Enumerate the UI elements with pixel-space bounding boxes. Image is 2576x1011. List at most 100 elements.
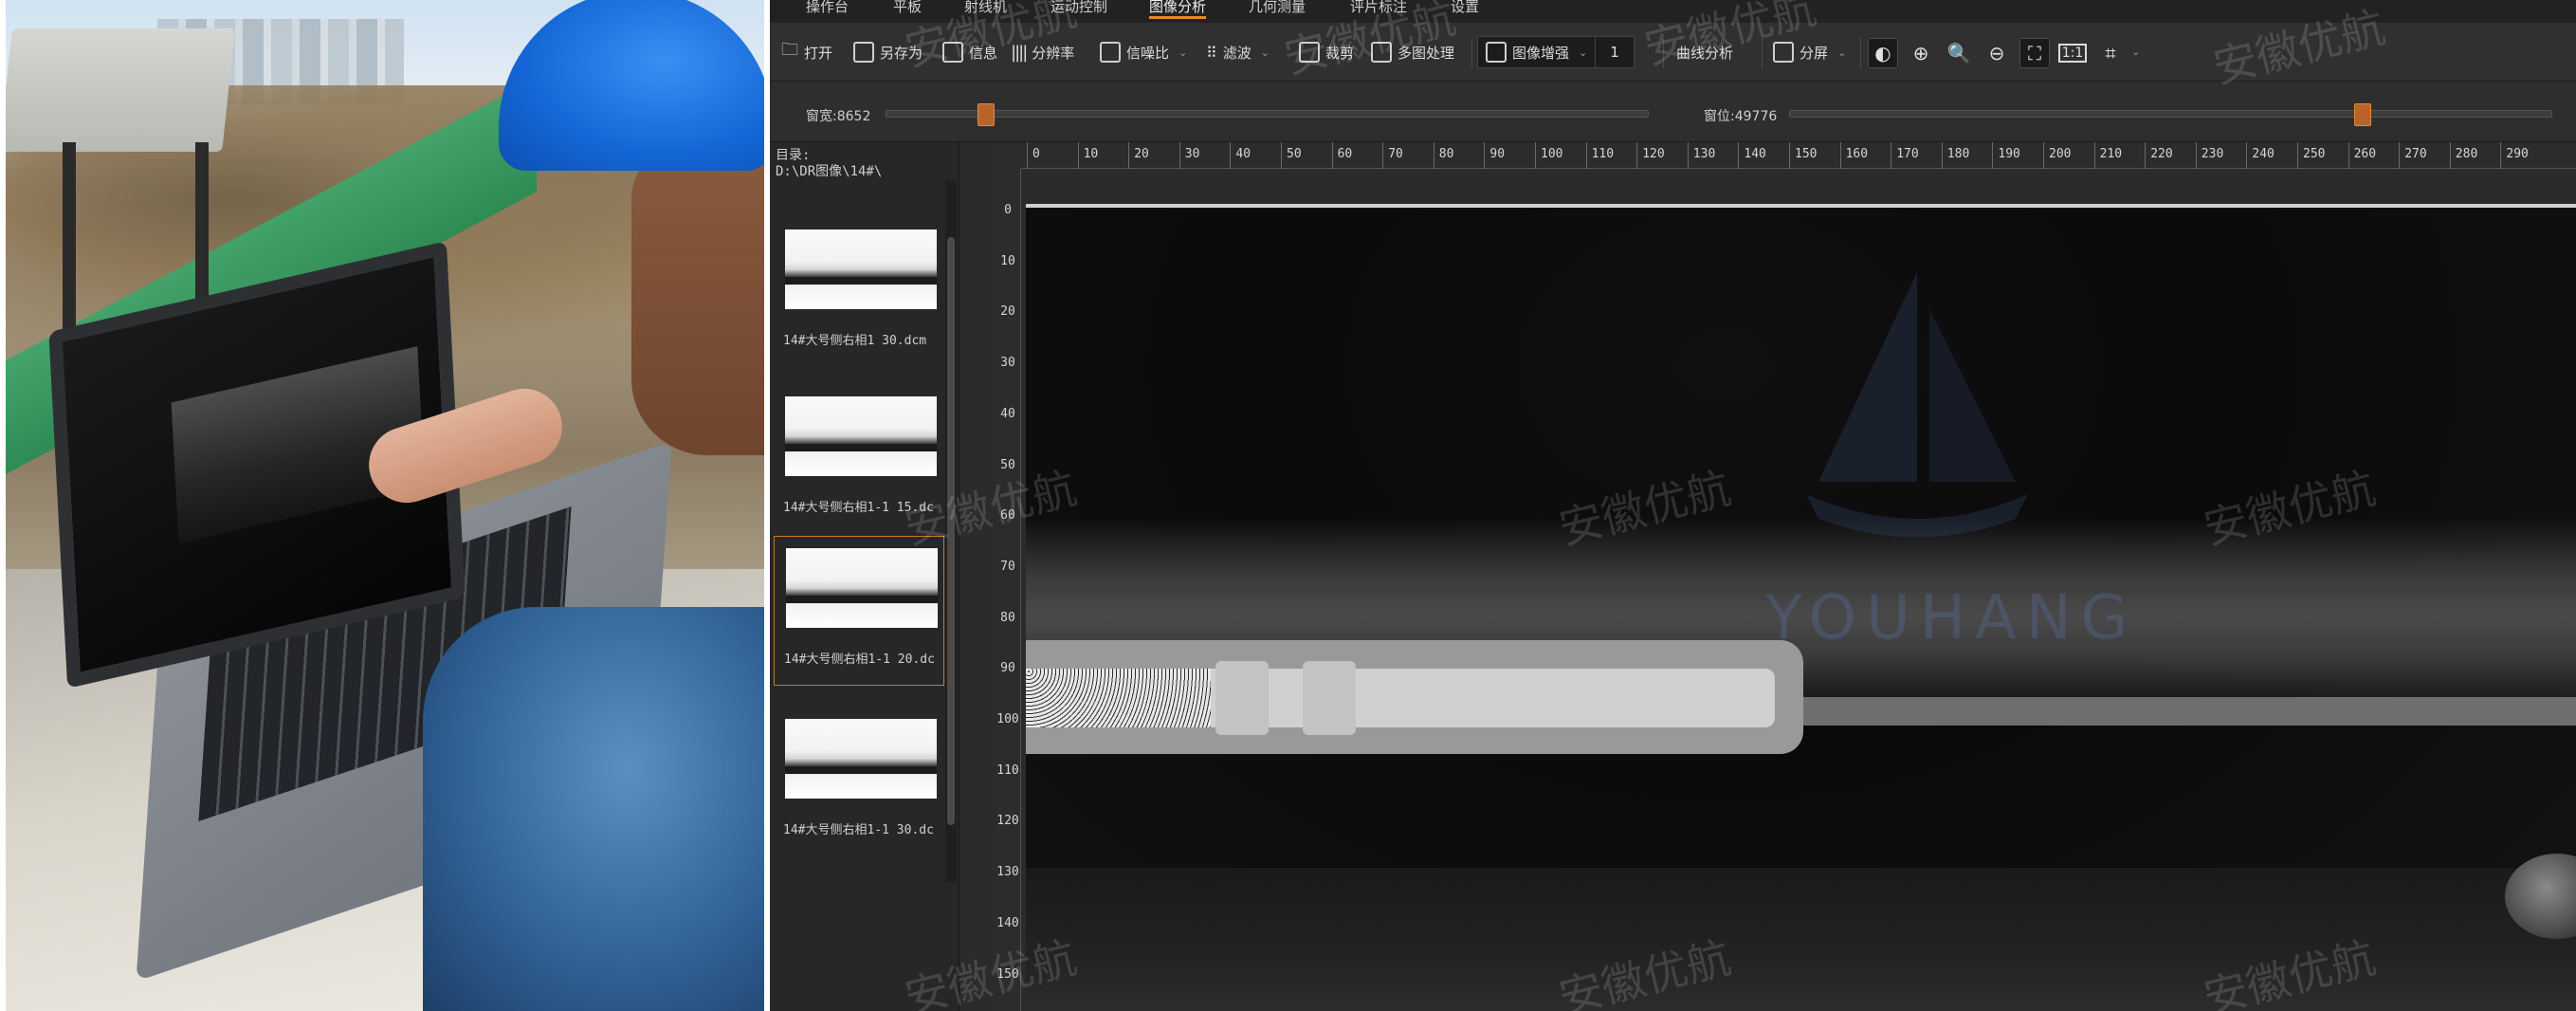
ruler-tick-label: 140	[996, 915, 1019, 930]
window-level-handle[interactable]	[2353, 103, 2371, 126]
thumbnail-caption: 14#大号侧右相1 30.dcm	[783, 334, 927, 348]
folder-icon: 🗀	[781, 40, 798, 60]
horizontal-ruler: 0 10 20 30 40 50 60 70 80 90 100 110 120 130 140 150 160…	[1021, 142, 2576, 169]
bars-icon: ||||	[1011, 42, 1028, 63]
ruler-tick-label: 0	[1004, 203, 1012, 217]
menu-motion[interactable]: 运动控制	[1050, 0, 1107, 19]
window-width-slider[interactable]	[886, 103, 1649, 126]
ruler-tick-label: 230	[2195, 142, 2223, 169]
ruler-tick-label: 160	[1839, 142, 1868, 169]
thumbnail-caption: 14#大号侧右相1-1 30.dc	[783, 823, 934, 837]
window-width-label: 窗宽:8652	[806, 109, 871, 124]
thumbnail-scrollbar[interactable]	[945, 180, 957, 882]
ruler-tick-label: 110	[996, 763, 1019, 778]
window-width-handle[interactable]	[977, 103, 995, 126]
contrast-button[interactable]: ◐	[1868, 38, 1898, 68]
ruler-tick-label: 10	[1000, 253, 1015, 268]
crimp-ring	[1215, 661, 1269, 735]
youhang-logo-watermark	[1806, 272, 2028, 538]
open-label: 打开	[804, 44, 833, 62]
composite-image: 操作台 平板 射线机 运动控制 图像分析 几何测量 评片标注 设置 🗀 打开 另…	[0, 0, 2576, 1011]
filter-label: 滤波	[1222, 44, 1251, 62]
zoom-plus-icon: ⊕	[1912, 42, 1929, 64]
toolbar-divider	[1762, 38, 1763, 68]
ruler-tick-label: 130	[1687, 142, 1715, 169]
zoom-fit-button[interactable]: ⊕	[1906, 38, 1936, 68]
chevron-down-icon: ⌄	[1837, 46, 1847, 59]
menu-panel[interactable]: 平板	[893, 0, 922, 19]
ruler-tick-label: 170	[1891, 142, 1919, 169]
save-icon	[853, 42, 874, 63]
ruler-tick-label: 50	[1281, 142, 1302, 169]
split-icon	[1773, 42, 1794, 63]
field-photo	[6, 0, 764, 1011]
zoom-out-button[interactable]: ⊖	[1982, 38, 2012, 68]
zoom-out-icon: ⊖	[1988, 42, 2005, 64]
menu-console[interactable]: 操作台	[806, 0, 849, 19]
toolbar-divider	[1860, 38, 1861, 68]
crop-button[interactable]: 裁剪	[1299, 40, 1354, 64]
fullscreen-button[interactable]: ⛶	[2019, 38, 2050, 68]
thumbnail-image	[785, 230, 937, 309]
strand-texture	[1026, 669, 1211, 727]
enhance-button[interactable]: 图像增强 ⌄	[1477, 36, 1597, 68]
thumbnail-item[interactable]: 14#大号侧右相1-1 30.dc	[774, 708, 944, 857]
enhance-label: 图像增强	[1512, 44, 1570, 62]
filter-button[interactable]: ⠿ 滤波 ⌄	[1206, 40, 1270, 64]
ruler-tick-label: 180	[1941, 142, 1969, 169]
thumbnail-item[interactable]: 14#大号侧右相1 30.dcm	[774, 218, 944, 368]
ruler-tick-label: 130	[996, 865, 1019, 880]
snr-button[interactable]: 信噪比 ⌄	[1100, 40, 1187, 64]
inspection-machine	[6, 28, 235, 152]
thumbnail-item[interactable]: 14#大号侧右相1-1 15.dc	[774, 385, 944, 535]
menu-geometry[interactable]: 几何测量	[1249, 0, 1306, 19]
ruler-tick-label: 290	[2500, 142, 2529, 169]
enhance-level-input[interactable]: 1	[1595, 36, 1635, 68]
fullscreen-icon: ⛶	[2028, 42, 2041, 64]
ruler-tick-label: 120	[996, 814, 1019, 829]
thumbnail-caption: 14#大号侧右相1-1 15.dc	[783, 501, 934, 515]
ruler-tick-label: 260	[2348, 142, 2376, 169]
ruler-tick-label: 200	[2043, 142, 2071, 169]
dr-image-analysis-app: 操作台 平板 射线机 运动控制 图像分析 几何测量 评片标注 设置 🗀 打开 另…	[770, 0, 2576, 1011]
multi-image-button[interactable]: 多图处理	[1371, 40, 1454, 64]
menu-settings[interactable]: 设置	[1451, 0, 1479, 19]
logo-text-watermark: YOUHANG	[1765, 583, 2138, 653]
multi-image-label: 多图处理	[1398, 44, 1455, 62]
open-button[interactable]: 🗀 打开	[781, 40, 832, 64]
ruler-tick-label: 120	[1636, 142, 1665, 169]
thumbnail-image	[786, 548, 938, 628]
ruler-tick-label: 150	[996, 966, 1019, 982]
window-level-label: 窗位:49776	[1704, 109, 1778, 124]
save-as-button[interactable]: 另存为	[853, 40, 923, 64]
window-level-slider[interactable]	[1789, 103, 2552, 126]
split-label: 分屏	[1800, 44, 1829, 62]
image-top-edge	[1026, 204, 2576, 208]
curve-analysis-button[interactable]: 曲线分析	[1676, 40, 1733, 64]
toolbar-divider	[1471, 38, 1472, 68]
ruler-tick-label: 20	[1128, 142, 1149, 169]
layers-icon	[1371, 42, 1392, 63]
menu-xray[interactable]: 射线机	[964, 0, 1007, 19]
menu-annotation[interactable]: 评片标注	[1350, 0, 1407, 19]
zoom-in-button[interactable]: 🔍	[1944, 38, 1974, 68]
split-screen-button[interactable]: 分屏 ⌄	[1773, 40, 1846, 64]
info-button[interactable]: 信息	[942, 40, 997, 64]
ruler-tick-label: 10	[1077, 142, 1098, 169]
toolbar-divider	[1663, 38, 1664, 68]
thumbnail-item-selected[interactable]: 14#大号侧右相1-1 20.dc	[774, 536, 944, 686]
crop-tool-button[interactable]: ⌗	[2095, 38, 2126, 68]
ruler-tick-label: 100	[1535, 142, 1562, 169]
chevron-down-icon: ⌄	[1260, 46, 1270, 59]
ruler-tick-label: 60	[1000, 508, 1015, 524]
crop-icon: ⌗	[2105, 42, 2116, 64]
directory-title: 目录:	[776, 148, 811, 163]
enhance-level-value: 1	[1610, 44, 1619, 61]
resolution-button[interactable]: |||| 分辨率	[1011, 40, 1074, 64]
ruler-tick-label: 80	[1000, 610, 1015, 625]
menu-image-analysis[interactable]: 图像分析	[1149, 0, 1207, 19]
dots-grid-icon: ⠿	[1206, 43, 1217, 62]
worker-face	[631, 142, 764, 455]
actual-size-button[interactable]: 1:1	[2057, 38, 2088, 68]
image-bottom-band	[1026, 868, 2576, 1011]
